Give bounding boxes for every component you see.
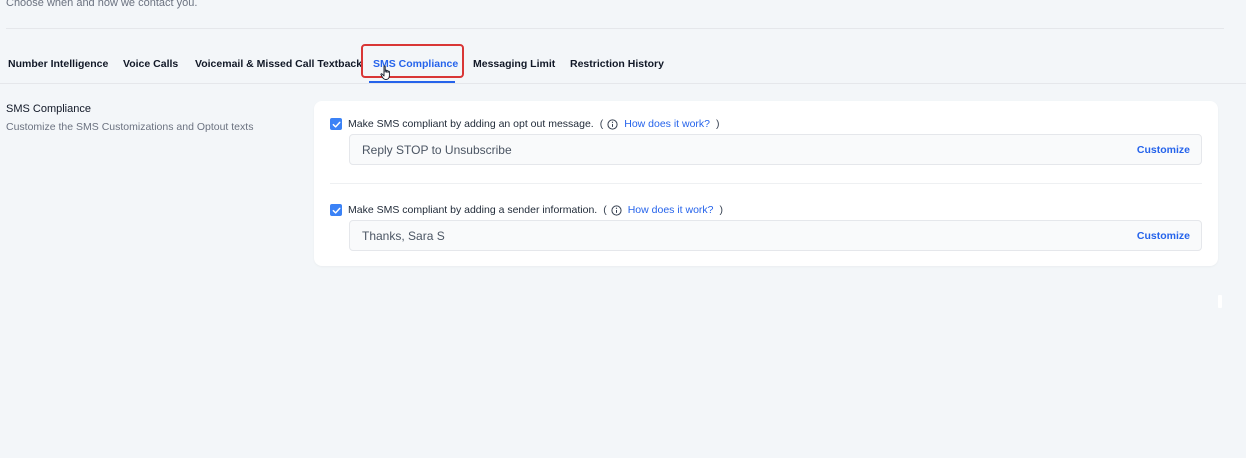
header-divider bbox=[6, 28, 1224, 29]
paren-open: ( bbox=[603, 204, 607, 216]
page-subtitle: Choose when and how we contact you. bbox=[6, 0, 198, 9]
info-icon bbox=[607, 118, 618, 130]
scrollbar-thumb[interactable] bbox=[1218, 295, 1222, 308]
opt-out-customize-button[interactable]: Customize bbox=[1137, 144, 1190, 156]
settings-page: Choose when and how we contact you. Numb… bbox=[0, 0, 1246, 458]
sender-info-checkbox[interactable] bbox=[330, 204, 342, 216]
sms-compliance-card: Make SMS compliant by adding an opt out … bbox=[314, 101, 1218, 266]
sender-info-value: Thanks, Sara S bbox=[362, 228, 445, 243]
tab-voice-calls[interactable]: Voice Calls bbox=[123, 58, 178, 70]
sender-info-field[interactable]: Thanks, Sara S Customize bbox=[349, 220, 1202, 251]
tab-restriction-history[interactable]: Restriction History bbox=[570, 58, 664, 70]
opt-out-checkbox[interactable] bbox=[330, 118, 342, 130]
sender-info-setting-row: Make SMS compliant by adding a sender in… bbox=[330, 202, 723, 218]
paren-close: ) bbox=[719, 204, 724, 216]
sender-info-customize-button[interactable]: Customize bbox=[1137, 230, 1190, 242]
tab-messaging-limit[interactable]: Messaging Limit bbox=[473, 58, 555, 70]
section-title: SMS Compliance bbox=[6, 103, 91, 115]
sender-info-label: Make SMS compliant by adding a sender in… bbox=[348, 204, 598, 216]
opt-out-setting-row: Make SMS compliant by adding an opt out … bbox=[330, 116, 720, 132]
active-tab-indicator bbox=[369, 81, 455, 83]
hand-cursor-icon bbox=[380, 65, 390, 80]
opt-out-label: Make SMS compliant by adding an opt out … bbox=[348, 118, 594, 130]
card-divider bbox=[330, 183, 1202, 184]
info-icon bbox=[611, 204, 622, 216]
tab-voicemail-missed-call-textback[interactable]: Voicemail & Missed Call Textback bbox=[195, 58, 362, 70]
tab-bar: Number Intelligence Voice Calls Voicemai… bbox=[0, 44, 1246, 84]
opt-out-help-link[interactable]: How does it work? bbox=[624, 118, 710, 130]
opt-out-message-value: Reply STOP to Unsubscribe bbox=[362, 142, 512, 157]
check-icon bbox=[332, 121, 340, 128]
check-icon bbox=[332, 207, 340, 214]
paren-close: ) bbox=[716, 118, 720, 130]
paren-open: ( bbox=[599, 118, 604, 130]
opt-out-message-field[interactable]: Reply STOP to Unsubscribe Customize bbox=[349, 134, 1202, 165]
section-description: Customize the SMS Customizations and Opt… bbox=[6, 121, 254, 133]
sender-info-help-link[interactable]: How does it work? bbox=[628, 204, 714, 216]
tab-number-intelligence[interactable]: Number Intelligence bbox=[8, 58, 108, 70]
